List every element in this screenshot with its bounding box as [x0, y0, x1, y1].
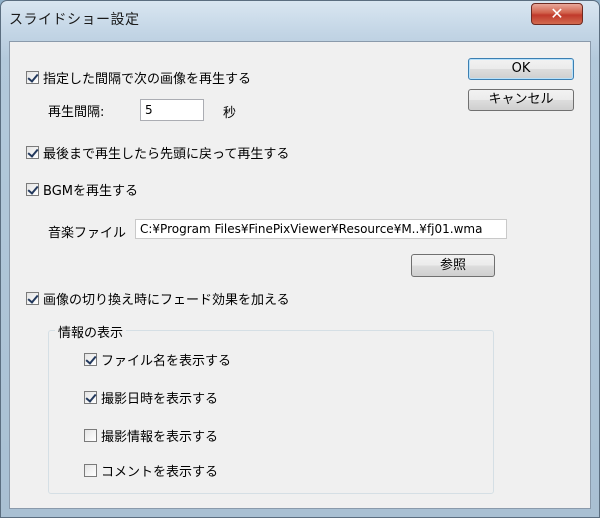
show-filename-label: ファイル名を表示する	[101, 354, 232, 369]
window-title: スライドショー設定	[9, 12, 140, 28]
checkbox-shooting-info-box[interactable]	[84, 429, 97, 442]
show-shooting-info-checkbox[interactable]: 撮影情報を表示する	[84, 426, 218, 445]
checkbox-datetime-box[interactable]	[84, 391, 97, 404]
show-comment-checkbox[interactable]: コメントを表示する	[84, 461, 218, 480]
show-comment-label: コメントを表示する	[101, 465, 219, 480]
cancel-button-label: キャンセル	[488, 92, 554, 107]
music-file-path[interactable]: C:¥Program Files¥FinePixViewer¥Resource¥…	[135, 219, 507, 239]
bgm-checkbox[interactable]: BGMを再生する	[26, 180, 138, 199]
interval-checkbox[interactable]: 指定した間隔で次の画像を再生する	[26, 68, 251, 87]
title-bar[interactable]: スライドショー設定 ✕	[1, 1, 599, 41]
close-icon: ✕	[550, 4, 564, 23]
show-datetime-label: 撮影日時を表示する	[101, 392, 219, 407]
ok-button[interactable]: OK	[468, 58, 574, 80]
show-shooting-info-label: 撮影情報を表示する	[101, 430, 219, 445]
interval-unit: 秒	[223, 106, 237, 121]
checkbox-bgm-box[interactable]	[26, 183, 39, 196]
cancel-button[interactable]: キャンセル	[468, 89, 574, 111]
interval-input[interactable]: 5	[140, 99, 204, 121]
show-datetime-checkbox[interactable]: 撮影日時を表示する	[84, 388, 218, 407]
music-file-path-text: C:¥Program Files¥FinePixViewer¥Resource¥…	[140, 222, 483, 236]
checkbox-filename-box[interactable]	[84, 353, 97, 366]
interval-checkbox-label: 指定した間隔で次の画像を再生する	[43, 72, 252, 87]
music-file-label: 音楽ファイル	[48, 226, 127, 241]
slideshow-settings-dialog: スライドショー設定 ✕ 指定した間隔で次の画像を再生する 再生間隔: 5 秒 O…	[0, 0, 600, 518]
checkbox-loop-box[interactable]	[26, 146, 39, 159]
browse-button[interactable]: 参照	[411, 254, 495, 277]
fade-checkbox-label: 画像の切り換え時にフェード効果を加える	[43, 293, 290, 308]
fade-checkbox[interactable]: 画像の切り換え時にフェード効果を加える	[26, 289, 290, 308]
loop-checkbox-label: 最後まで再生したら先頭に戻って再生する	[43, 147, 290, 162]
bgm-checkbox-label: BGMを再生する	[43, 184, 138, 199]
checkbox-fade-box[interactable]	[26, 292, 39, 305]
loop-checkbox[interactable]: 最後まで再生したら先頭に戻って再生する	[26, 143, 289, 162]
checkbox-interval-box[interactable]	[26, 71, 39, 84]
ok-button-label: OK	[511, 61, 531, 76]
browse-button-label: 参照	[439, 258, 466, 273]
show-filename-checkbox[interactable]: ファイル名を表示する	[84, 350, 231, 369]
dialog-client-area: 指定した間隔で次の画像を再生する 再生間隔: 5 秒 OK キャンセル 最後まで…	[9, 41, 591, 509]
interval-value: 5	[145, 103, 153, 117]
close-button[interactable]: ✕	[531, 3, 583, 25]
interval-field-label: 再生間隔:	[48, 105, 105, 120]
checkbox-comment-box[interactable]	[84, 464, 97, 477]
info-group-title: 情報の表示	[55, 322, 127, 341]
